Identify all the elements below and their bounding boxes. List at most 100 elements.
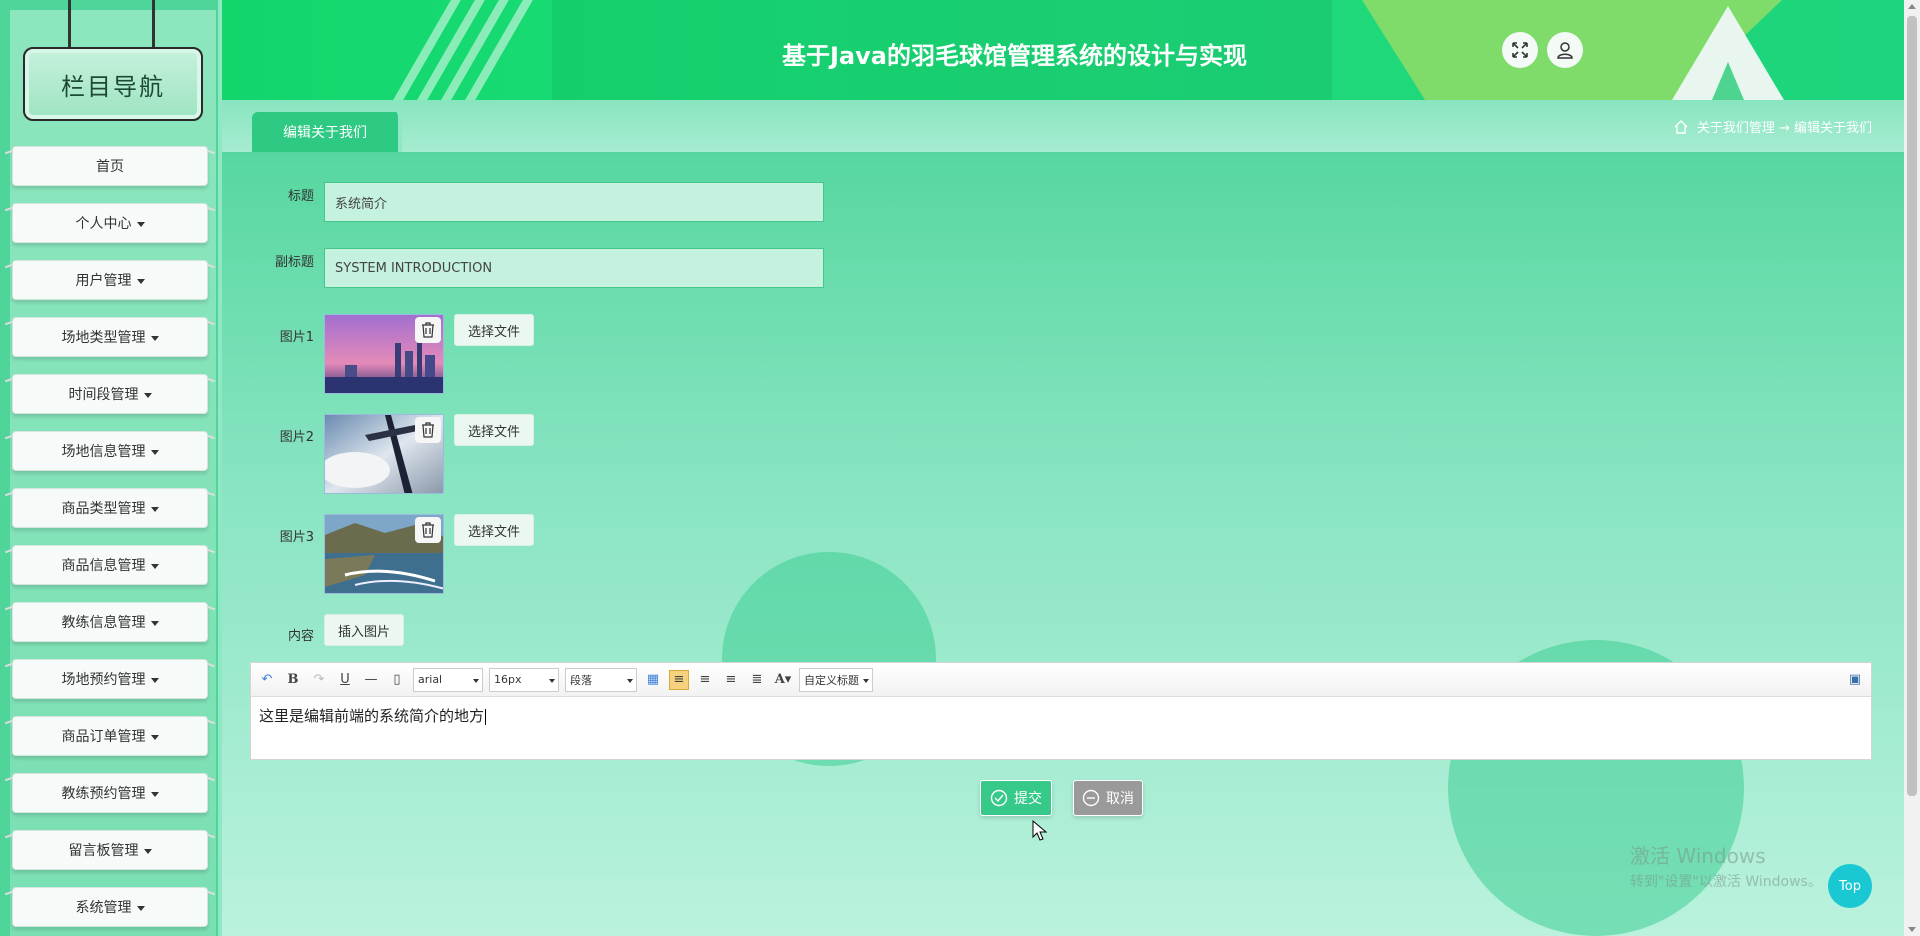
form-row-image2: 图片2 选择文件 <box>252 414 534 494</box>
image2-choose-file-button[interactable]: 选择文件 <box>454 414 534 446</box>
font-size-select[interactable]: 16px <box>489 667 559 692</box>
form-row-title: 标题 <box>252 182 824 222</box>
sidebar-item[interactable]: 时间段管理 <box>12 374 208 414</box>
chevron-down-icon <box>150 335 159 341</box>
sidebar-item[interactable]: 场地预约管理 <box>12 659 208 699</box>
redo-icon[interactable]: ↷ <box>309 670 329 690</box>
custom-title-value: 自定义标题 <box>804 673 859 687</box>
header-triangle-inner <box>1712 62 1744 100</box>
tab-bar: 编辑关于我们 关于我们管理 → 编辑关于我们 <box>222 100 1904 152</box>
chevron-down-icon <box>150 791 159 797</box>
subtitle-input[interactable] <box>324 248 824 288</box>
align-justify-icon[interactable]: ≣ <box>747 670 767 690</box>
chevron-down-icon <box>150 620 159 626</box>
sidebar-item-label: 留言板管理 <box>68 843 139 859</box>
editor-toolbar: ↶ B ↷ U — ▯ arial 16px 段落 ▦ ≡ ≡ ≡ ≣ A▾ 自… <box>251 663 1871 697</box>
title-input[interactable] <box>324 182 824 222</box>
sidebar-item[interactable]: 教练预约管理 <box>12 773 208 813</box>
image2-label: 图片2 <box>279 430 314 445</box>
align-left-icon[interactable]: ≡ <box>669 669 689 690</box>
image3-label: 图片3 <box>279 530 314 545</box>
sidebar-item[interactable]: 留言板管理 <box>12 830 208 870</box>
subtitle-label: 副标题 <box>274 254 314 270</box>
breadcrumb: 关于我们管理 → 编辑关于我们 <box>1673 117 1872 136</box>
image1-choose-file-button[interactable]: 选择文件 <box>454 314 534 346</box>
sidebar-item[interactable]: 个人中心 <box>12 203 208 243</box>
font-color-icon[interactable]: A▾ <box>773 670 793 690</box>
sidebar-item-label: 用户管理 <box>75 273 132 289</box>
form-row-image1: 图片1 选择文件 <box>252 314 534 394</box>
fullscreen-button[interactable] <box>1502 32 1538 68</box>
sidebar-item[interactable]: 教练信息管理 <box>12 602 208 642</box>
image1-delete-button[interactable] <box>415 317 441 343</box>
nav-hanger-right <box>152 0 155 48</box>
sidebar-item[interactable]: 场地类型管理 <box>12 317 208 357</box>
app-title: 基于Java的羽毛球馆管理系统的设计与实现 <box>782 42 1247 70</box>
sidebar-item[interactable]: 商品类型管理 <box>12 488 208 528</box>
image2-thumbnail <box>324 414 444 494</box>
chevron-down-icon <box>136 278 145 284</box>
scroll-thumb[interactable] <box>1907 16 1917 796</box>
sidebar-item-label: 场地信息管理 <box>61 444 146 460</box>
font-family-value: arial <box>418 673 443 686</box>
submit-button[interactable]: 提交 <box>980 780 1052 816</box>
title-label: 标题 <box>287 188 314 204</box>
user-button[interactable] <box>1547 32 1583 68</box>
undo-icon[interactable]: ↶ <box>257 670 277 690</box>
minus-circle-icon <box>1082 789 1100 807</box>
editor-body[interactable]: 这里是编辑前端的系统简介的地方 <box>251 697 1871 734</box>
font-family-select[interactable]: arial <box>413 667 483 692</box>
chevron-down-icon <box>150 734 159 740</box>
form-row-subtitle: 副标题 <box>252 248 824 288</box>
paragraph-select[interactable]: 段落 <box>565 667 637 692</box>
tab-edit-about[interactable]: 编辑关于我们 <box>252 112 402 152</box>
back-to-top-button[interactable]: Top <box>1828 864 1872 908</box>
sidebar-item[interactable]: 商品订单管理 <box>12 716 208 756</box>
user-icon <box>1557 42 1573 59</box>
sidebar-item-label: 教练预约管理 <box>61 786 146 802</box>
rich-text-editor: ↶ B ↷ U — ▯ arial 16px 段落 ▦ ≡ ≡ ≡ ≣ A▾ 自… <box>250 662 1872 760</box>
chevron-down-icon <box>143 848 152 854</box>
sidebar-item-label: 商品订单管理 <box>61 729 146 745</box>
expand-icon <box>1512 42 1528 58</box>
image1-thumbnail <box>324 314 444 394</box>
align-center-icon[interactable]: ≡ <box>721 670 741 690</box>
home-icon[interactable] <box>1673 119 1689 135</box>
custom-title-select[interactable]: 自定义标题 <box>799 667 873 692</box>
cancel-button[interactable]: 取消 <box>1073 780 1143 816</box>
sidebar-item[interactable]: 用户管理 <box>12 260 208 300</box>
page-scrollbar[interactable] <box>1904 0 1920 936</box>
chevron-down-icon <box>150 563 159 569</box>
clear-format-icon[interactable]: ▯ <box>387 670 407 690</box>
font-size-value: 16px <box>494 673 522 686</box>
sidebar-item[interactable]: 首页 <box>12 146 208 186</box>
trash-icon <box>422 422 434 438</box>
table-icon[interactable]: ▦ <box>643 670 663 690</box>
nav-hanger-left <box>68 0 71 48</box>
editor-text: 这里是编辑前端的系统简介的地方 <box>259 707 485 725</box>
underline-icon[interactable]: U <box>335 670 355 690</box>
trash-icon <box>422 322 434 338</box>
watermark-line1: 激活 Windows <box>1630 844 1766 868</box>
sidebar-item[interactable]: 商品信息管理 <box>12 545 208 585</box>
sidebar-item[interactable]: 系统管理 <box>12 887 208 927</box>
image2-delete-button[interactable] <box>415 417 441 443</box>
sidebar-item-label: 商品类型管理 <box>61 501 146 517</box>
sidebar-item-label: 时间段管理 <box>68 387 139 403</box>
image3-choose-file-button[interactable]: 选择文件 <box>454 514 534 546</box>
sidebar-item-label: 商品信息管理 <box>61 558 146 574</box>
sidebar-item[interactable]: 场地信息管理 <box>12 431 208 471</box>
scroll-up-icon[interactable] <box>1908 4 1916 9</box>
insert-image-button[interactable]: 插入图片 <box>324 614 404 646</box>
bold-icon[interactable]: B <box>283 670 303 690</box>
align-right-icon[interactable]: ≡ <box>695 670 715 690</box>
sidebar-item-label: 教练信息管理 <box>61 615 146 631</box>
fullscreen-editor-icon[interactable]: ▣ <box>1845 670 1865 690</box>
sidebar-item-label: 系统管理 <box>75 900 132 916</box>
image3-delete-button[interactable] <box>415 517 441 543</box>
text-caret <box>485 708 487 725</box>
chevron-down-icon <box>150 506 159 512</box>
horizontal-rule-icon[interactable]: — <box>361 670 381 690</box>
scroll-down-icon[interactable] <box>1908 927 1916 932</box>
form-row-content: 内容 插入图片 <box>252 614 404 646</box>
